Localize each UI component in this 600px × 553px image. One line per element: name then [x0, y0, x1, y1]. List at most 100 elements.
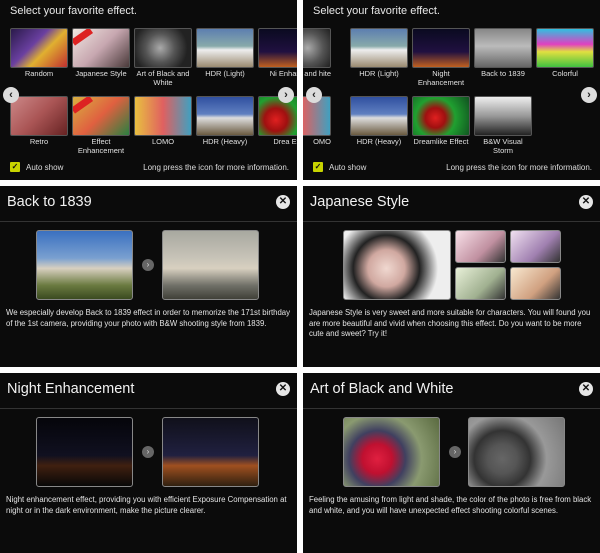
effect-selector-panel-left: Select your favorite effect. Random Japa…: [0, 0, 297, 180]
divider: [0, 221, 297, 222]
effect-tile-hdr-heavy[interactable]: HDR (Heavy): [350, 96, 408, 147]
effect-thumbnail: [72, 96, 130, 136]
divider: [303, 221, 600, 222]
effect-label: Ni Enhanc: [269, 69, 297, 78]
scroll-right-button[interactable]: ›: [278, 87, 294, 103]
effect-detail-art-of-black-and-white: Art of Black and White ✕ › Feeling the a…: [303, 373, 600, 553]
effect-label: Night Enhancement: [417, 69, 465, 87]
close-icon: ✕: [278, 196, 288, 207]
detail-title: Night Enhancement: [7, 381, 135, 397]
detail-description: Feeling the amusing from light and shade…: [309, 495, 592, 515]
scroll-left-button[interactable]: ‹: [3, 87, 19, 103]
close-button[interactable]: ✕: [579, 195, 593, 209]
close-button[interactable]: ✕: [276, 195, 290, 209]
effect-photo: [455, 267, 506, 300]
effect-tile-bw-visual-storm[interactable]: B&W Visual Storm: [474, 96, 532, 155]
auto-show-checkbox[interactable]: ✓: [313, 162, 323, 172]
effect-label: Colorful: [552, 69, 578, 78]
detail-description: Japanese Style is very sweet and more su…: [309, 308, 591, 338]
effect-thumbnail: [134, 28, 192, 68]
effect-tile-lomo[interactable]: LOMO: [134, 96, 192, 147]
effect-tile-random[interactable]: Random: [10, 28, 68, 79]
arrow-right-icon: ›: [142, 446, 154, 458]
effect-tile-hdr-heavy[interactable]: HDR (Heavy): [196, 96, 254, 147]
selector-title: Select your favorite effect.: [313, 5, 440, 17]
effect-tile-effect-enhancement[interactable]: Effect Enhancement: [72, 96, 130, 155]
effect-thumbnail: [10, 96, 68, 136]
effect-thumbnail: [258, 96, 297, 136]
scroll-left-button[interactable]: ‹: [306, 87, 322, 103]
effect-label: HDR (Heavy): [356, 137, 402, 146]
chevron-left-icon: ‹: [312, 89, 316, 101]
hint-text: Long press the icon for more information…: [446, 163, 592, 172]
chevron-right-icon: ›: [587, 89, 591, 101]
effect-label: B&W Visual Storm: [483, 137, 523, 155]
close-icon: ✕: [581, 383, 591, 394]
effect-tile-retro[interactable]: Retro: [10, 96, 68, 147]
effect-tile-colorful[interactable]: Colorful: [536, 28, 594, 79]
effect-thumbnail: [412, 96, 470, 136]
effect-label: OMO: [313, 137, 331, 146]
effect-detail-back-to-1839: Back to 1839 ✕ › We especially develop B…: [0, 186, 297, 367]
effect-tile-back-to-1839[interactable]: Back to 1839: [474, 28, 532, 79]
arrow-right-icon: ›: [449, 446, 461, 458]
effect-detail-japanese-style: Japanese Style ✕ Japanese Style is very …: [303, 186, 600, 367]
auto-show-label: Auto show: [26, 163, 64, 172]
hint-text: Long press the icon for more information…: [143, 163, 289, 172]
effect-tile-hdr-light[interactable]: HDR (Light): [196, 28, 254, 79]
detail-title: Art of Black and White: [310, 381, 454, 397]
effect-thumbnail: [474, 28, 532, 68]
effect-label: LOMO: [151, 137, 175, 146]
close-button[interactable]: ✕: [276, 382, 290, 396]
effect-photo: [468, 417, 565, 487]
effect-label: HDR (Light): [359, 69, 399, 78]
effect-tile-dreamlike-effect[interactable]: Drea Eff: [258, 96, 297, 147]
effect-thumbnail: [72, 28, 130, 68]
close-button[interactable]: ✕: [579, 382, 593, 396]
close-icon: ✕: [581, 196, 591, 207]
detail-title: Back to 1839: [7, 194, 92, 210]
effect-thumbnail: [258, 28, 297, 68]
effect-thumbnail: [196, 96, 254, 136]
effect-tile-dreamlike-effect[interactable]: Dreamlike Effect: [412, 96, 470, 147]
new-badge: [73, 29, 94, 46]
effect-label: Drea Eff: [273, 137, 297, 146]
effect-thumbnail: [10, 28, 68, 68]
detail-title: Japanese Style: [310, 194, 410, 210]
effect-photo: [510, 230, 561, 263]
detail-description: Night enhancement effect, providing you …: [6, 495, 287, 515]
effect-tile-night-enhancement[interactable]: Night Enhancement: [412, 28, 470, 87]
effect-thumbnail: [350, 96, 408, 136]
effect-tile-hdr-light[interactable]: HDR (Light): [350, 28, 408, 79]
divider: [0, 408, 297, 409]
effect-tile-japanese-style[interactable]: Japanese Style: [72, 28, 130, 79]
effect-thumbnail: [350, 28, 408, 68]
effect-photo: [162, 417, 259, 487]
effect-label: Effect Enhancement: [77, 137, 125, 155]
effect-label: Black and hite: [303, 69, 331, 78]
original-photo: [343, 230, 451, 300]
checkmark-icon: ✓: [11, 162, 19, 171]
auto-show-checkbox[interactable]: ✓: [10, 162, 20, 172]
divider: [303, 408, 600, 409]
effect-thumbnail: [474, 96, 532, 136]
effect-tile-lomo[interactable]: OMO: [303, 96, 331, 147]
detail-description: We especially develop Back to 1839 effec…: [6, 308, 291, 328]
effect-photo: [455, 230, 506, 263]
effect-photo: [162, 230, 259, 300]
effect-label: Retro: [29, 137, 49, 146]
effect-tile-art-of-black-and-white[interactable]: Black and hite: [303, 28, 331, 79]
new-badge: [73, 97, 94, 114]
effect-thumbnail: [412, 28, 470, 68]
effect-label: HDR (Heavy): [202, 137, 248, 146]
chevron-right-icon: ›: [284, 89, 288, 101]
effect-detail-night-enhancement: Night Enhancement ✕ › Night enhancement …: [0, 373, 297, 553]
effect-photo: [510, 267, 561, 300]
original-photo: [343, 417, 440, 487]
chevron-left-icon: ‹: [9, 89, 13, 101]
close-icon: ✕: [278, 383, 288, 394]
auto-show-label: Auto show: [329, 163, 367, 172]
effect-tile-night-enhancement[interactable]: Ni Enhanc: [258, 28, 297, 79]
scroll-right-button[interactable]: ›: [581, 87, 597, 103]
effect-tile-art-of-black-and-white[interactable]: Art of Black and White: [134, 28, 192, 87]
